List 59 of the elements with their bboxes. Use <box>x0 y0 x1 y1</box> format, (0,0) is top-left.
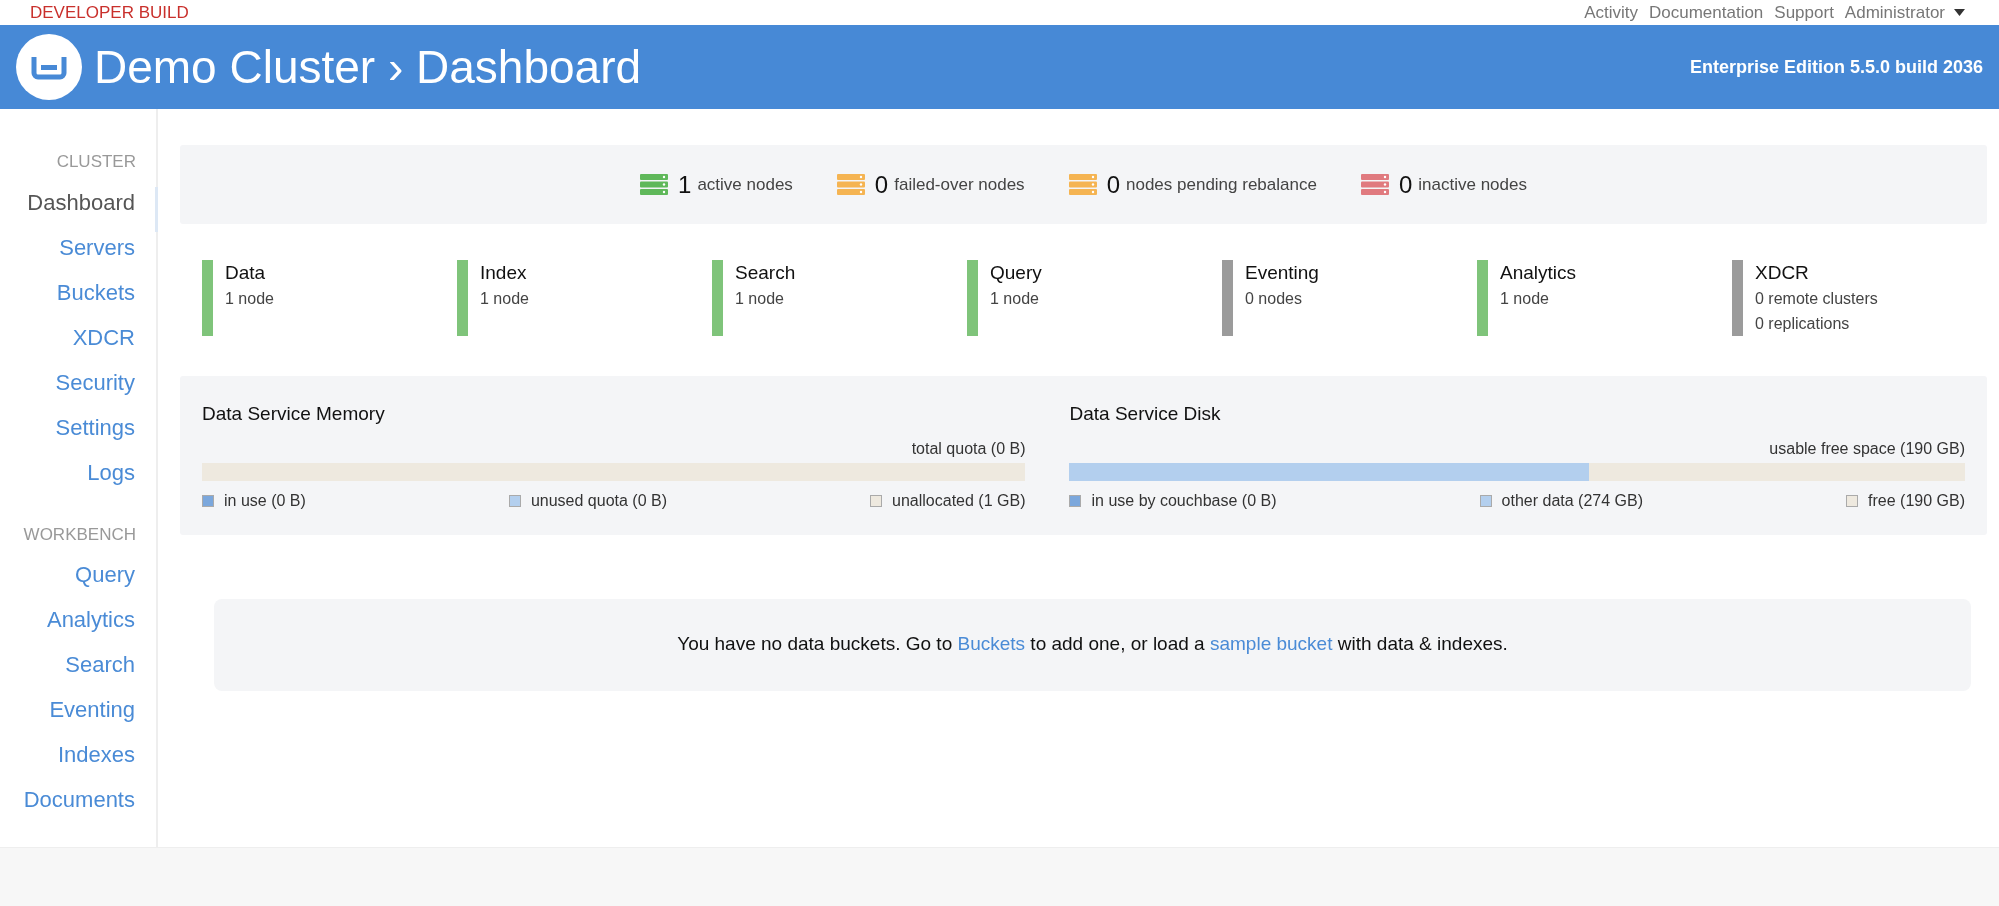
section-heading: CLUSTER <box>55 151 137 173</box>
node-status-label: active nodes <box>697 173 793 196</box>
service-detail: 1 node <box>225 289 274 309</box>
service-detail: 1 node <box>735 289 785 309</box>
legend-label: free (190 GB) <box>1868 490 1965 511</box>
usage-total: usable free space (190 GB) <box>1768 438 1965 459</box>
service-name: Data <box>225 261 267 285</box>
top-link[interactable]: Documentation <box>1648 0 1764 26</box>
service-name: Eventing <box>1245 261 1319 285</box>
page-title: Demo Cluster › Dashboard <box>94 39 642 95</box>
service-detail: 0 replications <box>1755 314 1851 334</box>
top-link[interactable]: Support <box>1774 0 1834 26</box>
notice-link[interactable]: Buckets <box>957 633 1026 655</box>
nav-link[interactable]: Indexes <box>0 739 158 784</box>
node-status-label: failed-over nodes <box>894 173 1025 196</box>
usage-title: Data Service Disk <box>1069 402 1222 426</box>
service-name: Index <box>480 261 528 285</box>
service-name: Analytics <box>1500 261 1577 285</box>
nav-link[interactable]: Dashboard <box>0 186 158 232</box>
node-count: 1 <box>678 169 692 200</box>
node-status-label: nodes pending rebalance <box>1126 173 1317 196</box>
user-menu[interactable]: Administrator <box>1844 0 1965 26</box>
top-link[interactable]: Activity <box>1584 0 1638 26</box>
usage-total: total quota (0 B) <box>910 438 1026 459</box>
node-count: 0 <box>1398 169 1413 200</box>
notice-link[interactable]: sample bucket <box>1209 633 1333 655</box>
service-name: XDCR <box>1755 261 1810 285</box>
service-detail: 0 nodes <box>1245 289 1303 309</box>
service-detail: 1 node <box>1500 289 1550 309</box>
nav-link[interactable]: Documents <box>0 784 158 829</box>
edition-label: Enterprise Edition 5.5.0 build 2036 <box>1689 55 1983 79</box>
nav-link[interactable]: Analytics <box>0 604 158 649</box>
section-heading: WORKBENCH <box>22 523 137 546</box>
service-name: Query <box>990 261 1042 285</box>
service-name: Search <box>735 261 796 285</box>
service-detail: 0 remote clusters <box>1755 289 1878 309</box>
nav-link[interactable]: Search <box>0 649 158 694</box>
nav-link[interactable]: Servers <box>0 231 158 277</box>
legend-label: in use by couchbase (0 B) <box>1091 490 1277 511</box>
nav-link[interactable]: Settings <box>0 411 158 457</box>
node-count: 0 <box>874 169 889 200</box>
node-status-label: inactive nodes <box>1418 173 1527 196</box>
nav-link[interactable]: Buckets <box>0 276 158 322</box>
node-count: 0 <box>1106 169 1120 200</box>
nav-link[interactable]: Logs <box>0 456 158 502</box>
nav-link[interactable]: Eventing <box>0 694 158 739</box>
legend-label: unallocated (1 GB) <box>892 490 1026 511</box>
notice-text: You have no data buckets. Go to Buckets to add one, or load a sample bucket with data & indexes. <box>677 632 1508 657</box>
nav-link[interactable]: Security <box>0 366 158 412</box>
legend-label: in use (0 B) <box>224 490 306 511</box>
service-detail: 1 node <box>990 289 1040 309</box>
caret-icon <box>1954 8 1965 16</box>
legend-label: other data (274 GB) <box>1501 490 1643 511</box>
legend-label: unused quota (0 B) <box>530 490 667 511</box>
build-label: DEVELOPER BUILD <box>30 1 189 24</box>
service-detail: 1 node <box>480 289 529 309</box>
usage-title: Data Service Memory <box>202 402 386 426</box>
nav-link[interactable]: XDCR <box>0 321 158 367</box>
nav-link[interactable]: Query <box>0 559 158 604</box>
